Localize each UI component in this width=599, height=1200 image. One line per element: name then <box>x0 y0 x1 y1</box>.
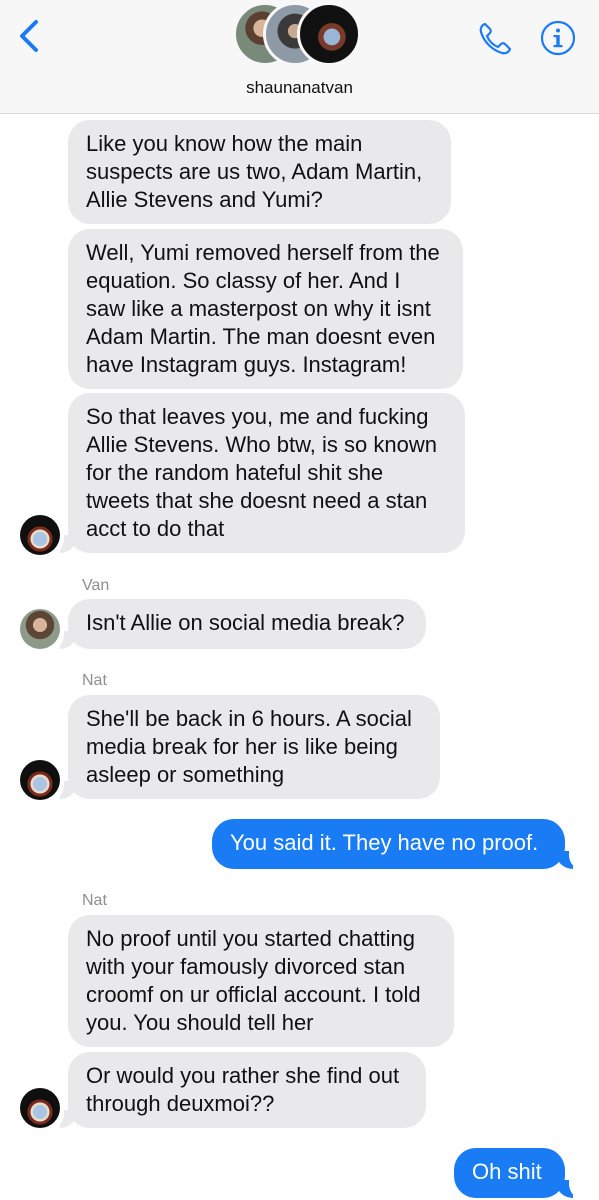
bubble-tail <box>50 779 76 799</box>
outgoing-message[interactable]: You said it. They have no proof. <box>212 819 565 869</box>
incoming-message[interactable]: Isn't Allie on social media break? <box>68 599 426 649</box>
incoming-message[interactable]: So that leaves you, me and fucking Allie… <box>68 393 465 553</box>
nat-avatar[interactable] <box>20 515 60 555</box>
call-button[interactable] <box>476 20 514 58</box>
bubble-tail <box>50 1108 76 1128</box>
bubble-tail <box>557 849 583 869</box>
contact-name[interactable]: shaunanatvan <box>0 78 599 98</box>
avatar <box>297 2 361 66</box>
incoming-message[interactable]: Or would you rather she find out through… <box>68 1052 426 1128</box>
message-text: She'll be back in 6 hours. A social medi… <box>86 706 412 787</box>
message-text: You said it. They have no proof. <box>230 830 539 855</box>
bubble-tail <box>557 1178 583 1198</box>
nat-avatar[interactable] <box>20 1088 60 1128</box>
sender-name: Nat <box>82 892 107 909</box>
van-avatar[interactable] <box>20 609 60 649</box>
message-text: No proof until you started chatting with… <box>86 926 421 1035</box>
incoming-message[interactable]: She'll be back in 6 hours. A social medi… <box>68 695 440 799</box>
message-text: Or would you rather she find out through… <box>86 1063 400 1116</box>
message-text: So that leaves you, me and fucking Allie… <box>86 404 437 541</box>
phone-icon <box>479 22 512 55</box>
incoming-message[interactable]: Like you know how the main suspects are … <box>68 120 451 224</box>
back-button[interactable] <box>14 16 46 56</box>
conversation-header: shaunanatvan <box>0 0 599 114</box>
group-avatars[interactable] <box>233 2 363 66</box>
outgoing-message[interactable]: Oh shit <box>454 1148 565 1198</box>
chevron-left-icon <box>20 20 38 52</box>
bubble-tail <box>50 629 76 649</box>
incoming-message[interactable]: Well, Yumi removed herself from the equa… <box>68 229 463 389</box>
bubble-tail <box>50 533 76 553</box>
sender-name: Nat <box>82 672 107 689</box>
info-button[interactable] <box>540 20 576 56</box>
info-icon <box>540 20 576 56</box>
message-text: Isn't Allie on social media break? <box>86 610 405 635</box>
message-text: Oh shit <box>472 1159 542 1184</box>
sender-name: Van <box>82 577 110 594</box>
message-text: Well, Yumi removed herself from the equa… <box>86 240 440 377</box>
nat-avatar[interactable] <box>20 760 60 800</box>
incoming-message[interactable]: No proof until you started chatting with… <box>68 915 454 1047</box>
message-text: Like you know how the main suspects are … <box>86 131 423 212</box>
